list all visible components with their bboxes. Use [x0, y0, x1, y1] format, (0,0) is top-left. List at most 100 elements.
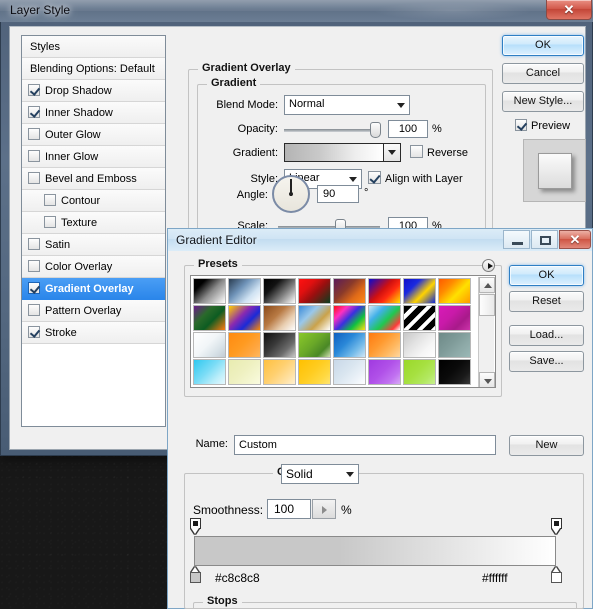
preset-swatch[interactable] [298, 332, 331, 358]
opacity-stop-left[interactable] [190, 518, 201, 535]
checkbox-icon[interactable] [44, 216, 56, 228]
align-with-layer-checkbox[interactable] [368, 171, 381, 184]
color-stop-right[interactable] [551, 567, 562, 583]
preset-swatch[interactable] [438, 359, 471, 385]
gradient-preview-swatch[interactable] [284, 143, 384, 162]
opacity-stop-right[interactable] [551, 518, 562, 535]
name-input[interactable]: Custom [234, 435, 496, 455]
preset-swatch[interactable] [333, 278, 366, 304]
sidebar-item-color-overlay[interactable]: Color Overlay [22, 256, 165, 278]
preset-swatch[interactable] [438, 305, 471, 331]
checkbox-icon[interactable] [28, 106, 40, 118]
styles-list[interactable]: Styles Blending Options: Default Drop Sh… [21, 35, 166, 427]
checkbox-icon[interactable] [28, 172, 40, 184]
checkbox-icon[interactable] [28, 238, 40, 250]
preset-swatch[interactable] [228, 278, 261, 304]
preset-swatch[interactable] [298, 278, 331, 304]
sidebar-item-texture[interactable]: Texture [22, 212, 165, 234]
sidebar-item-satin[interactable]: Satin [22, 234, 165, 256]
sidebar-item-blending-options[interactable]: Blending Options: Default [22, 58, 165, 80]
gradient-picker-button[interactable] [384, 143, 401, 162]
preset-swatch[interactable] [263, 278, 296, 304]
preset-swatch[interactable] [368, 305, 401, 331]
gradient-type-group: Gradient Type: Solid Smoothness: 100 % [184, 464, 584, 609]
smoothness-stepper[interactable] [312, 499, 336, 519]
preset-swatch[interactable] [333, 332, 366, 358]
ok-button[interactable]: OK [502, 35, 584, 56]
reverse-checkbox[interactable] [410, 145, 423, 158]
checkbox-icon[interactable] [515, 119, 527, 131]
sidebar-item-outer-glow[interactable]: Outer Glow [22, 124, 165, 146]
sidebar-item-gradient-overlay[interactable]: Gradient Overlay [22, 278, 165, 300]
opacity-slider-track[interactable] [284, 129, 380, 132]
smoothness-input[interactable]: 100 [267, 499, 311, 519]
preset-swatch[interactable] [228, 332, 261, 358]
minimize-button[interactable] [503, 230, 530, 249]
preset-swatch[interactable] [333, 305, 366, 331]
angle-input[interactable]: 90 [317, 185, 359, 203]
sidebar-item-inner-glow[interactable]: Inner Glow [22, 146, 165, 168]
load-button[interactable]: Load... [509, 325, 584, 346]
preset-swatch[interactable] [263, 332, 296, 358]
checkbox-icon[interactable] [28, 282, 40, 294]
presets-menu-icon[interactable] [482, 259, 495, 272]
preset-swatch[interactable] [368, 278, 401, 304]
preset-swatch[interactable] [333, 359, 366, 385]
maximize-button[interactable] [531, 230, 558, 249]
presets-scrollbar[interactable] [478, 277, 495, 387]
preset-swatch[interactable] [228, 305, 261, 331]
close-button[interactable]: ✕ [559, 230, 591, 249]
layer-style-titlebar[interactable]: Layer Style ✕ [0, 0, 593, 22]
angle-dial[interactable] [272, 175, 310, 213]
preset-swatch[interactable] [298, 305, 331, 331]
preset-swatch[interactable] [403, 305, 436, 331]
preset-swatch[interactable] [403, 332, 436, 358]
gradient-bar[interactable] [194, 536, 556, 566]
checkbox-icon[interactable] [28, 84, 40, 96]
color-stop-left[interactable] [190, 567, 201, 583]
preset-swatch[interactable] [193, 278, 226, 304]
checkbox-icon[interactable] [28, 150, 40, 162]
reset-button[interactable]: Reset [509, 291, 584, 312]
preset-swatch[interactable] [263, 359, 296, 385]
preview-checkbox-row[interactable]: Preview [515, 119, 570, 132]
scrollbar-thumb[interactable] [479, 294, 495, 316]
preset-swatch[interactable] [403, 278, 436, 304]
preset-swatch[interactable] [438, 332, 471, 358]
gradient-type-select[interactable]: Solid [281, 464, 359, 484]
sidebar-item-stroke[interactable]: Stroke [22, 322, 165, 344]
scroll-up-button[interactable] [479, 277, 495, 293]
sidebar-item-pattern-overlay[interactable]: Pattern Overlay [22, 300, 165, 322]
preset-swatch[interactable] [368, 332, 401, 358]
sidebar-item-bevel-and-emboss[interactable]: Bevel and Emboss [22, 168, 165, 190]
sidebar-item-contour[interactable]: Contour [22, 190, 165, 212]
preset-swatch[interactable] [438, 278, 471, 304]
checkbox-icon[interactable] [28, 326, 40, 338]
cancel-button[interactable]: Cancel [502, 63, 584, 84]
close-button[interactable]: ✕ [546, 0, 592, 20]
gradient-editor-titlebar[interactable]: Gradient Editor ✕ [167, 228, 593, 251]
sidebar-item-drop-shadow[interactable]: Drop Shadow [22, 80, 165, 102]
preset-swatch[interactable] [193, 305, 226, 331]
new-style-button[interactable]: New Style... [502, 91, 584, 112]
blend-mode-select[interactable]: Normal [284, 95, 410, 115]
checkbox-icon[interactable] [28, 260, 40, 272]
preset-swatch[interactable] [263, 305, 296, 331]
opacity-input[interactable]: 100 [388, 120, 428, 138]
preset-swatch[interactable] [193, 359, 226, 385]
presets-list[interactable] [190, 275, 496, 388]
checkbox-icon[interactable] [28, 128, 40, 140]
opacity-slider-thumb[interactable] [370, 122, 381, 138]
preset-swatch[interactable] [298, 359, 331, 385]
save-button[interactable]: Save... [509, 351, 584, 372]
preset-swatch[interactable] [403, 359, 436, 385]
checkbox-icon[interactable] [28, 304, 40, 316]
new-button[interactable]: New [509, 435, 584, 456]
preset-swatch[interactable] [193, 332, 226, 358]
ok-button[interactable]: OK [509, 265, 584, 286]
sidebar-item-inner-shadow[interactable]: Inner Shadow [22, 102, 165, 124]
preset-swatch[interactable] [228, 359, 261, 385]
scroll-down-button[interactable] [479, 372, 495, 387]
checkbox-icon[interactable] [44, 194, 56, 206]
preset-swatch[interactable] [368, 359, 401, 385]
